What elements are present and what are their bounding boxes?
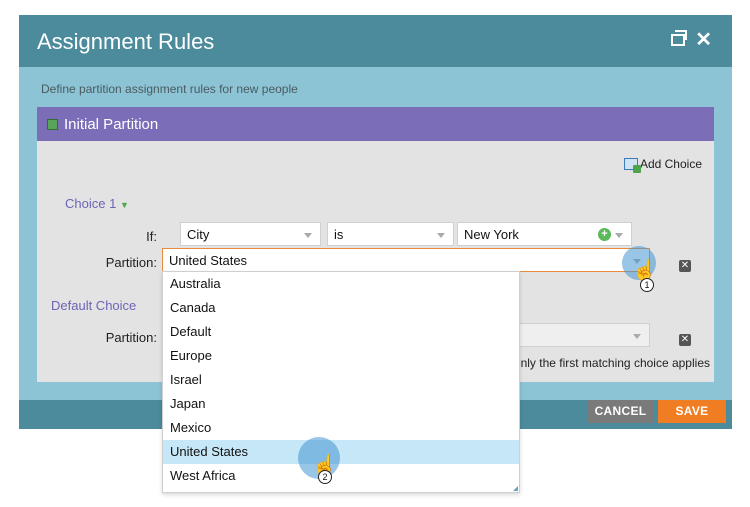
delete-choice-icon[interactable]: ✕ bbox=[679, 260, 691, 272]
dropdown-option[interactable]: Mexico bbox=[163, 416, 519, 440]
choice-1-label: Choice 1 bbox=[65, 196, 117, 211]
step-2-badge: 2 bbox=[318, 470, 332, 484]
dialog-titlebar: Assignment Rules ✕ bbox=[19, 15, 732, 67]
chevron-down-icon bbox=[615, 233, 623, 238]
expand-triangle-icon: ▼ bbox=[119, 200, 129, 210]
close-icon[interactable]: ✕ bbox=[695, 30, 712, 50]
add-choice-label: Add Choice bbox=[639, 157, 702, 171]
default-partition-select[interactable] bbox=[517, 323, 650, 347]
dropdown-option[interactable]: Australia bbox=[163, 272, 519, 296]
value-input-value: New York bbox=[464, 227, 519, 242]
if-label: If: bbox=[146, 229, 157, 244]
value-input[interactable]: New York + bbox=[457, 222, 632, 246]
choice-1-toggle[interactable]: Choice 1 ▼ bbox=[65, 196, 129, 211]
dropdown-option[interactable]: Canada bbox=[163, 296, 519, 320]
dropdown-option[interactable]: Japan bbox=[163, 392, 519, 416]
default-choice-label: Default Choice bbox=[51, 298, 137, 313]
chevron-down-icon bbox=[437, 233, 445, 238]
field-select-value: City bbox=[187, 227, 210, 242]
window-buttons: ✕ bbox=[671, 30, 712, 50]
initial-partition-header: Initial Partition bbox=[37, 107, 714, 141]
chevron-down-icon bbox=[304, 233, 312, 238]
cancel-button[interactable]: CANCEL bbox=[587, 400, 654, 423]
step-1-badge: 1 bbox=[640, 278, 654, 292]
operator-select[interactable]: is bbox=[327, 222, 454, 246]
add-value-icon[interactable]: + bbox=[598, 228, 611, 241]
panel-title: Initial Partition bbox=[64, 116, 159, 133]
dropdown-option[interactable]: West Africa bbox=[163, 464, 519, 488]
delete-default-icon[interactable]: ✕ bbox=[679, 334, 691, 346]
partition-select-value: United States bbox=[169, 253, 248, 268]
operator-select-value: is bbox=[334, 227, 344, 242]
restore-icon[interactable] bbox=[671, 30, 688, 46]
matching-note: nly the first matching choice applies bbox=[520, 356, 710, 370]
dropdown-option[interactable]: Europe bbox=[163, 344, 519, 368]
partition-select[interactable]: United States bbox=[162, 248, 650, 272]
partition-icon bbox=[47, 119, 58, 130]
field-select[interactable]: City bbox=[180, 222, 321, 246]
add-choice-icon bbox=[623, 158, 641, 173]
dropdown-option[interactable]: Default bbox=[163, 320, 519, 344]
dialog-subtitle: Define partition assignment rules for ne… bbox=[41, 82, 298, 96]
partition-label: Partition: bbox=[105, 255, 157, 270]
chevron-down-icon bbox=[633, 334, 641, 339]
dropdown-option-selected[interactable]: United States bbox=[163, 440, 519, 464]
save-button[interactable]: SAVE bbox=[658, 400, 726, 423]
dropdown-option[interactable]: Israel bbox=[163, 368, 519, 392]
add-choice-button[interactable]: Add Choice bbox=[623, 157, 702, 173]
dialog-title: Assignment Rules bbox=[37, 29, 215, 54]
resize-handle-icon[interactable] bbox=[513, 486, 518, 491]
default-partition-label: Partition: bbox=[105, 330, 157, 345]
partition-dropdown: Australia Canada Default Europe Israel J… bbox=[162, 271, 520, 493]
